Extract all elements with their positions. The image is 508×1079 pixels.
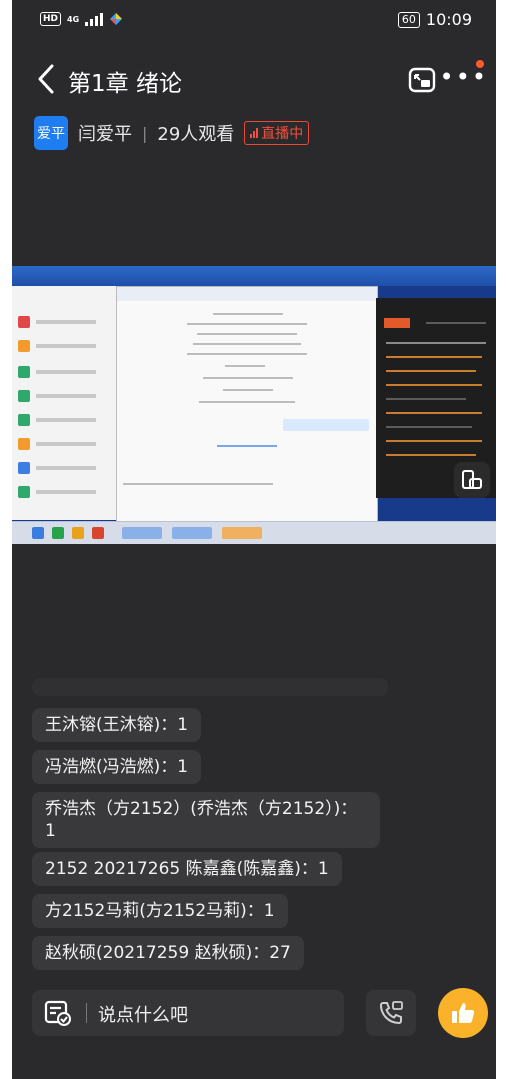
faded-comment (32, 678, 388, 696)
live-status-badge: 直播中 (244, 121, 310, 145)
call-button[interactable] (366, 990, 416, 1036)
host-info: 爱平 闫爱平 | 29人观看 直播中 (34, 116, 310, 150)
status-bar: HD 4G 60 10:09 (12, 0, 496, 44)
battery-indicator: 60 (397, 11, 420, 28)
viewer-count: 29人观看 (157, 124, 235, 145)
comment-item: 冯浩燃(冯浩燃)：1 (32, 750, 202, 784)
screen-cast-icon[interactable] (406, 64, 438, 96)
comment-placeholder: 说点什么吧 (98, 1005, 188, 1026)
like-button[interactable] (438, 988, 488, 1038)
live-bars-icon (250, 128, 259, 138)
avatar[interactable]: 爱平 (34, 116, 68, 150)
shared-screen-contacts-panel (12, 286, 130, 520)
rotate-screen-button[interactable] (454, 462, 490, 498)
comment-item: 乔浩杰（方2152）(乔浩杰（方2152）)：1 (32, 792, 380, 848)
app-logo-icon (110, 13, 123, 25)
comment-edit-icon (44, 1000, 71, 1026)
comment-item: 王沐镕(王沐镕)：1 (32, 708, 202, 742)
comment-item: 方2152马莉(方2152马莉)：1 (32, 894, 288, 928)
host-name: 闫爱平 (78, 124, 132, 145)
shared-screen-titlebar (12, 266, 496, 286)
signal-icon (85, 12, 104, 26)
notification-dot (476, 60, 484, 68)
divider: | (142, 123, 148, 143)
thumbs-up-icon (452, 1003, 475, 1023)
live-video[interactable] (12, 266, 496, 544)
shared-screen-chat-window (116, 286, 378, 522)
page-title: 第1章 绪论 (68, 71, 182, 97)
comment-item: 2152 20217265 陈嘉鑫(陈嘉鑫)：1 (32, 852, 342, 886)
comment-input[interactable]: 说点什么吧 (32, 990, 344, 1036)
phone-screen: HD 4G 60 10:09 第1章 绪论 ••• 爱平 闫爱平 | 29人观看… (12, 0, 496, 1079)
live-status-label: 直播中 (261, 126, 304, 142)
call-icon (379, 1001, 403, 1025)
clock: 10:09 (425, 10, 472, 29)
rotate-screen-icon (462, 470, 482, 489)
live-header: 第1章 绪论 ••• (12, 56, 496, 104)
chevron-left-icon[interactable] (32, 62, 60, 96)
network-type: 4G (67, 14, 80, 24)
more-icon[interactable]: ••• (440, 65, 488, 89)
shared-screen-taskbar (12, 521, 496, 544)
comment-item: 赵秋硕(20217259 赵秋硕)：27 (32, 936, 304, 970)
hd-indicator: HD (40, 12, 62, 26)
